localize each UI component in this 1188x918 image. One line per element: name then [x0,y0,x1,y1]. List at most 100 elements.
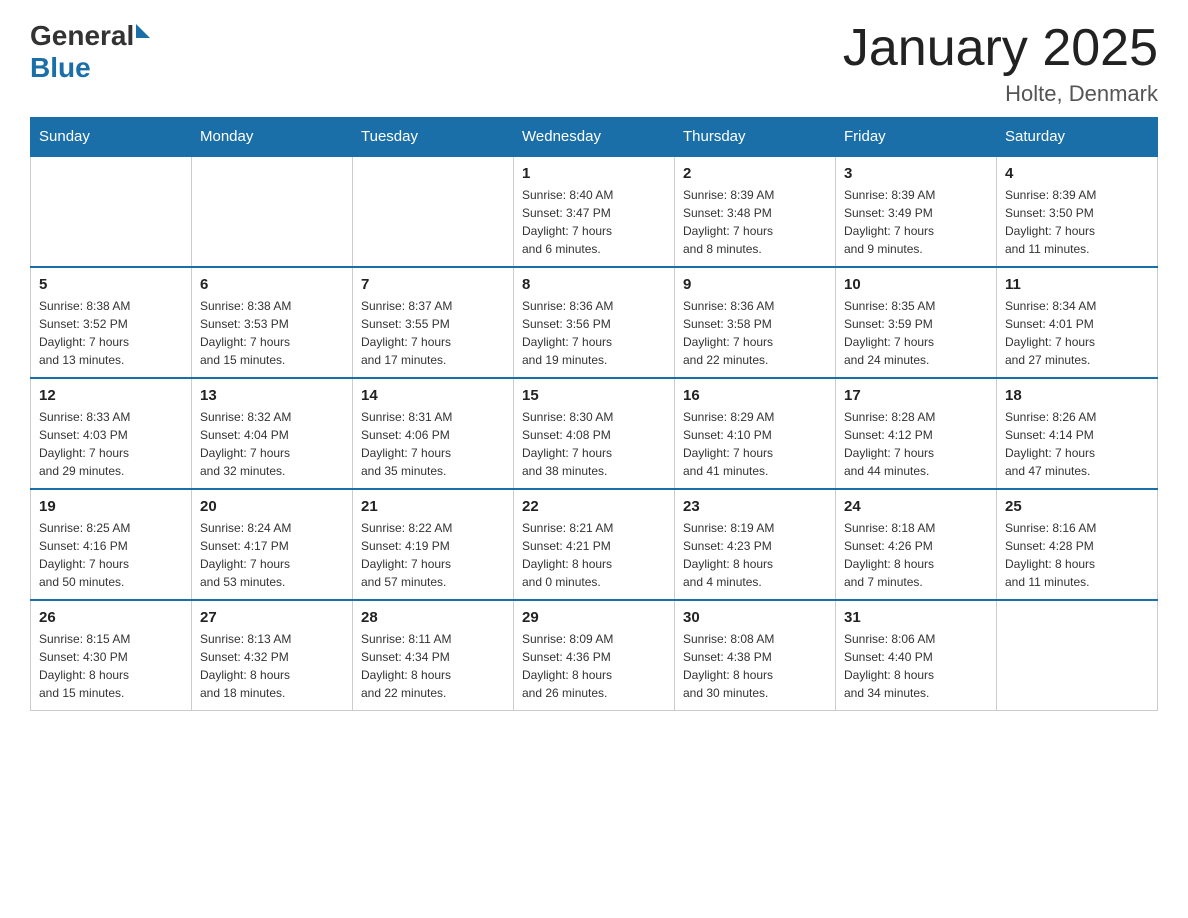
table-row: 19 Sunrise: 8:25 AM Sunset: 4:16 PM Dayli… [31,489,192,600]
week-row-5: 26Sunrise: 8:15 AM Sunset: 4:30 PM Dayli… [31,600,1158,711]
day-info: Sunrise: 8:33 AM Sunset: 4:03 PM Dayligh… [39,408,183,480]
day-number: 30 [683,609,827,626]
day-header-tuesday: Tuesday [353,118,514,157]
table-row: 30 Sunrise: 8:08 AM Sunset: 4:38 PM Dayli… [675,600,836,711]
table-row: 1 Sunrise: 8:40 AM Sunset: 3:47 PM Daylig… [514,156,675,267]
day-info: Sunrise: 8:13 AM Sunset: 4:32 PM Dayligh… [200,630,344,702]
table-row: 4 Sunrise: 8:39 AM Sunset: 3:50 PM Daylig… [997,156,1158,267]
day-info: Sunrise: 8:34 AM Sunset: 4:01 PM Dayligh… [1005,297,1149,369]
day-number: 1 [522,165,666,182]
logo-triangle-icon [136,24,150,38]
day-info: Sunrise: 8:39 AM Sunset: 3:48 PM Dayligh… [683,186,827,258]
day-info: Sunrise: 8:25 AM Sunset: 4:16 PM Dayligh… [39,519,183,591]
day-info: Sunrise: 8:24 AM Sunset: 4:17 PM Dayligh… [200,519,344,591]
table-row: 12 Sunrise: 8:33 AM Sunset: 4:03 PM Dayli… [31,378,192,489]
table-row: 13Sunrise: 8:32 AM Sunset: 4:04 PM Dayli… [192,378,353,489]
table-row: 7Sunrise: 8:37 AM Sunset: 3:55 PM Daylig… [353,267,514,378]
day-number: 21 [361,498,505,515]
logo-wordmark: General Blue [30,20,150,84]
week-row-1: 1 Sunrise: 8:40 AM Sunset: 3:47 PM Daylig… [31,156,1158,267]
day-info: Sunrise: 8:39 AM Sunset: 3:49 PM Dayligh… [844,186,988,258]
table-row: 17Sunrise: 8:28 AM Sunset: 4:12 PM Dayli… [836,378,997,489]
day-number: 14 [361,387,505,404]
table-row: 27 Sunrise: 8:13 AM Sunset: 4:32 PM Dayli… [192,600,353,711]
day-header-sunday: Sunday [31,118,192,157]
calendar-title: January 2025 [843,20,1158,77]
week-row-3: 12 Sunrise: 8:33 AM Sunset: 4:03 PM Dayli… [31,378,1158,489]
day-info: Sunrise: 8:16 AM Sunset: 4:28 PM Dayligh… [1005,519,1149,591]
day-number: 5 [39,276,183,293]
table-row: 29 Sunrise: 8:09 AM Sunset: 4:36 PM Dayli… [514,600,675,711]
day-number: 24 [844,498,988,515]
day-header-saturday: Saturday [997,118,1158,157]
day-number: 6 [200,276,344,293]
day-info: Sunrise: 8:39 AM Sunset: 3:50 PM Dayligh… [1005,186,1149,258]
table-row [192,156,353,267]
day-number: 3 [844,165,988,182]
day-header-row: SundayMondayTuesdayWednesdayThursdayFrid… [31,118,1158,157]
day-info: Sunrise: 8:38 AM Sunset: 3:52 PM Dayligh… [39,297,183,369]
calendar-body: 1 Sunrise: 8:40 AM Sunset: 3:47 PM Daylig… [31,156,1158,711]
table-row: 25 Sunrise: 8:16 AM Sunset: 4:28 PM Dayli… [997,489,1158,600]
day-number: 9 [683,276,827,293]
table-row: 18 Sunrise: 8:26 AM Sunset: 4:14 PM Dayli… [997,378,1158,489]
day-number: 19 [39,498,183,515]
table-row: 2Sunrise: 8:39 AM Sunset: 3:48 PM Daylig… [675,156,836,267]
day-info: Sunrise: 8:40 AM Sunset: 3:47 PM Dayligh… [522,186,666,258]
table-row: 5 Sunrise: 8:38 AM Sunset: 3:52 PM Daylig… [31,267,192,378]
day-number: 22 [522,498,666,515]
table-row: 31 Sunrise: 8:06 AM Sunset: 4:40 PM Dayli… [836,600,997,711]
day-info: Sunrise: 8:31 AM Sunset: 4:06 PM Dayligh… [361,408,505,480]
day-number: 23 [683,498,827,515]
day-info: Sunrise: 8:06 AM Sunset: 4:40 PM Dayligh… [844,630,988,702]
table-row: 8 Sunrise: 8:36 AM Sunset: 3:56 PM Daylig… [514,267,675,378]
day-number: 12 [39,387,183,404]
table-row: 15 Sunrise: 8:30 AM Sunset: 4:08 PM Dayli… [514,378,675,489]
day-info: Sunrise: 8:36 AM Sunset: 3:58 PM Dayligh… [683,297,827,369]
day-info: Sunrise: 8:09 AM Sunset: 4:36 PM Dayligh… [522,630,666,702]
day-info: Sunrise: 8:08 AM Sunset: 4:38 PM Dayligh… [683,630,827,702]
logo-general-text: General [30,20,134,52]
day-info: Sunrise: 8:29 AM Sunset: 4:10 PM Dayligh… [683,408,827,480]
day-number: 8 [522,276,666,293]
title-section: January 2025 Holte, Denmark [843,20,1158,107]
day-info: Sunrise: 8:11 AM Sunset: 4:34 PM Dayligh… [361,630,505,702]
week-row-2: 5 Sunrise: 8:38 AM Sunset: 3:52 PM Daylig… [31,267,1158,378]
day-info: Sunrise: 8:36 AM Sunset: 3:56 PM Dayligh… [522,297,666,369]
table-row: 11Sunrise: 8:34 AM Sunset: 4:01 PM Dayli… [997,267,1158,378]
day-info: Sunrise: 8:15 AM Sunset: 4:30 PM Dayligh… [39,630,183,702]
day-number: 17 [844,387,988,404]
table-row: 24Sunrise: 8:18 AM Sunset: 4:26 PM Dayli… [836,489,997,600]
day-number: 7 [361,276,505,293]
table-row: 22Sunrise: 8:21 AM Sunset: 4:21 PM Dayli… [514,489,675,600]
page-header: General Blue January 2025 Holte, Denmark [30,20,1158,107]
logo-blue-text: Blue [30,52,150,84]
table-row: 3 Sunrise: 8:39 AM Sunset: 3:49 PM Daylig… [836,156,997,267]
day-info: Sunrise: 8:22 AM Sunset: 4:19 PM Dayligh… [361,519,505,591]
day-header-wednesday: Wednesday [514,118,675,157]
day-number: 27 [200,609,344,626]
day-info: Sunrise: 8:19 AM Sunset: 4:23 PM Dayligh… [683,519,827,591]
table-row [31,156,192,267]
table-row: 9 Sunrise: 8:36 AM Sunset: 3:58 PM Daylig… [675,267,836,378]
logo: General Blue [30,20,150,84]
day-header-thursday: Thursday [675,118,836,157]
day-number: 18 [1005,387,1149,404]
day-number: 25 [1005,498,1149,515]
day-number: 29 [522,609,666,626]
day-header-friday: Friday [836,118,997,157]
day-number: 31 [844,609,988,626]
day-number: 16 [683,387,827,404]
day-info: Sunrise: 8:32 AM Sunset: 4:04 PM Dayligh… [200,408,344,480]
day-info: Sunrise: 8:26 AM Sunset: 4:14 PM Dayligh… [1005,408,1149,480]
table-row: 14 Sunrise: 8:31 AM Sunset: 4:06 PM Dayli… [353,378,514,489]
table-row: 21 Sunrise: 8:22 AM Sunset: 4:19 PM Dayli… [353,489,514,600]
day-info: Sunrise: 8:30 AM Sunset: 4:08 PM Dayligh… [522,408,666,480]
day-info: Sunrise: 8:35 AM Sunset: 3:59 PM Dayligh… [844,297,988,369]
day-number: 4 [1005,165,1149,182]
day-number: 15 [522,387,666,404]
day-info: Sunrise: 8:38 AM Sunset: 3:53 PM Dayligh… [200,297,344,369]
day-number: 28 [361,609,505,626]
table-row: 20Sunrise: 8:24 AM Sunset: 4:17 PM Dayli… [192,489,353,600]
table-row: 23 Sunrise: 8:19 AM Sunset: 4:23 PM Dayli… [675,489,836,600]
